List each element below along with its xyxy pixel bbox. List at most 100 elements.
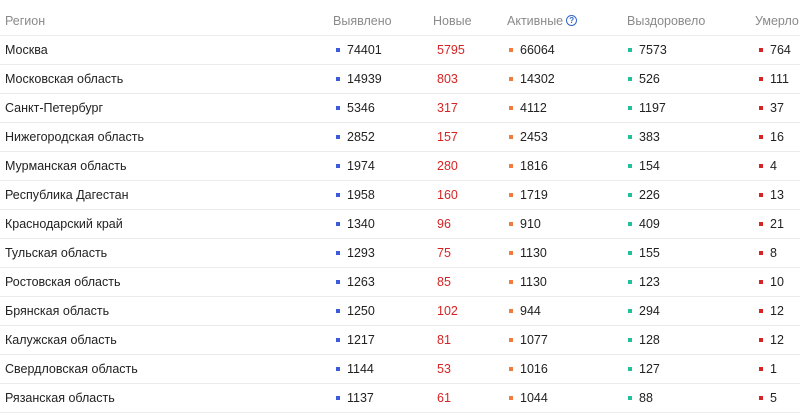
region-name: Краснодарский край <box>5 217 123 231</box>
active-cell: 1719 <box>509 181 548 209</box>
region-name: Ростовская область <box>5 275 121 289</box>
detected-marker-icon <box>336 251 340 255</box>
detected-marker-icon <box>336 48 340 52</box>
table-row[interactable]: Свердловская область 1144 53 1016 127 1 <box>0 355 800 384</box>
deaths-value: 12 <box>770 333 784 347</box>
detected-value: 2852 <box>347 130 375 144</box>
recovered-marker-icon <box>628 48 632 52</box>
new-cell: 53 <box>437 355 451 383</box>
table-row[interactable]: Брянская область 1250 102 944 294 12 <box>0 297 800 326</box>
recovered-marker-icon <box>628 222 632 226</box>
recovered-value: 1197 <box>639 101 666 115</box>
deaths-marker-icon <box>759 309 763 313</box>
recovered-marker-icon <box>628 338 632 342</box>
deaths-value: 1 <box>770 362 777 376</box>
column-header-detected[interactable]: Выявлено <box>333 6 392 35</box>
active-cell: 1130 <box>509 239 547 267</box>
new-value: 5795 <box>437 43 465 57</box>
column-header-deaths[interactable]: Умерло <box>755 6 799 35</box>
table-row[interactable]: Московская область 14939 803 14302 526 111 <box>0 65 800 94</box>
detected-value: 1144 <box>347 362 374 376</box>
active-cell: 1044 <box>509 384 548 412</box>
question-circle-icon[interactable]: ? <box>566 15 578 26</box>
deaths-value: 12 <box>770 304 784 318</box>
recovered-cell: 294 <box>628 297 660 325</box>
new-value: 280 <box>437 159 458 173</box>
table-row[interactable]: Республика Дагестан 1958 160 1719 226 13 <box>0 181 800 210</box>
deaths-value: 8 <box>770 246 777 260</box>
new-cell: 102 <box>437 297 458 325</box>
active-marker-icon <box>509 251 513 255</box>
new-value: 803 <box>437 72 458 86</box>
active-value: 1719 <box>520 188 548 202</box>
deaths-cell: 1 <box>759 355 777 383</box>
table-row[interactable]: Калужская область 1217 81 1077 128 12 <box>0 326 800 355</box>
deaths-marker-icon <box>759 396 763 400</box>
detected-cell: 1217 <box>336 326 375 354</box>
region-name: Брянская область <box>5 304 110 318</box>
new-value: 85 <box>437 275 451 289</box>
table-row[interactable]: Санкт-Петербург 5346 317 4112 1197 37 <box>0 94 800 123</box>
recovered-cell: 226 <box>628 181 660 209</box>
deaths-marker-icon <box>759 251 763 255</box>
active-value: 1077 <box>520 333 548 347</box>
detected-marker-icon <box>336 309 340 313</box>
active-cell: 910 <box>509 210 541 238</box>
table-row[interactable]: Мурманская область 1974 280 1816 154 4 <box>0 152 800 181</box>
recovered-marker-icon <box>628 193 632 197</box>
active-value: 944 <box>520 304 541 318</box>
column-header-new[interactable]: Новые <box>433 6 472 35</box>
detected-marker-icon <box>336 396 340 400</box>
recovered-cell: 123 <box>628 268 660 296</box>
deaths-value: 4 <box>770 159 777 173</box>
new-cell: 317 <box>437 94 458 122</box>
recovered-cell: 127 <box>628 355 660 383</box>
detected-cell: 1250 <box>336 297 375 325</box>
detected-marker-icon <box>336 77 340 81</box>
table-row[interactable]: Ростовская область 1263 85 1130 123 10 <box>0 268 800 297</box>
deaths-cell: 16 <box>759 123 784 151</box>
new-value: 157 <box>437 130 458 144</box>
recovered-value: 154 <box>639 159 660 173</box>
recovered-value: 294 <box>639 304 660 318</box>
deaths-cell: 12 <box>759 326 784 354</box>
region-name: Рязанская область <box>5 391 115 405</box>
detected-value: 1217 <box>347 333 375 347</box>
recovered-marker-icon <box>628 367 632 371</box>
detected-marker-icon <box>336 164 340 168</box>
column-header-region[interactable]: Регион <box>5 6 45 35</box>
new-cell: 85 <box>437 268 451 296</box>
table-row[interactable]: Москва 74401 5795 66064 7573 764 <box>0 36 800 65</box>
active-value: 1016 <box>520 362 548 376</box>
column-header-active[interactable]: Активные ? <box>507 6 578 35</box>
new-value: 317 <box>437 101 458 115</box>
deaths-marker-icon <box>759 222 763 226</box>
detected-cell: 14939 <box>336 65 382 93</box>
deaths-marker-icon <box>759 367 763 371</box>
new-value: 102 <box>437 304 458 318</box>
detected-cell: 5346 <box>336 94 375 122</box>
region-name: Санкт-Петербург <box>5 101 104 115</box>
detected-cell: 1144 <box>336 355 374 383</box>
region-name: Московская область <box>5 72 124 86</box>
region-name: Мурманская область <box>5 159 127 173</box>
detected-value: 74401 <box>347 43 382 57</box>
new-cell: 160 <box>437 181 458 209</box>
table-row[interactable]: Рязанская область 1137 61 1044 88 5 <box>0 384 800 413</box>
recovered-marker-icon <box>628 77 632 81</box>
regions-table: Регион Выявлено Новые Активные ? Выздоро… <box>0 0 800 413</box>
detected-marker-icon <box>336 222 340 226</box>
new-cell: 75 <box>437 239 451 267</box>
detected-value: 1137 <box>347 391 374 405</box>
deaths-marker-icon <box>759 77 763 81</box>
active-cell: 1077 <box>509 326 548 354</box>
region-name: Нижегородская область <box>5 130 144 144</box>
active-value: 910 <box>520 217 541 231</box>
column-header-recovered[interactable]: Выздоровело <box>627 6 705 35</box>
table-row[interactable]: Краснодарский край 1340 96 910 409 21 <box>0 210 800 239</box>
table-row[interactable]: Нижегородская область 2852 157 2453 383 16 <box>0 123 800 152</box>
new-value: 81 <box>437 333 451 347</box>
detected-cell: 1340 <box>336 210 375 238</box>
table-row[interactable]: Тульская область 1293 75 1130 155 8 <box>0 239 800 268</box>
deaths-cell: 5 <box>759 384 777 412</box>
